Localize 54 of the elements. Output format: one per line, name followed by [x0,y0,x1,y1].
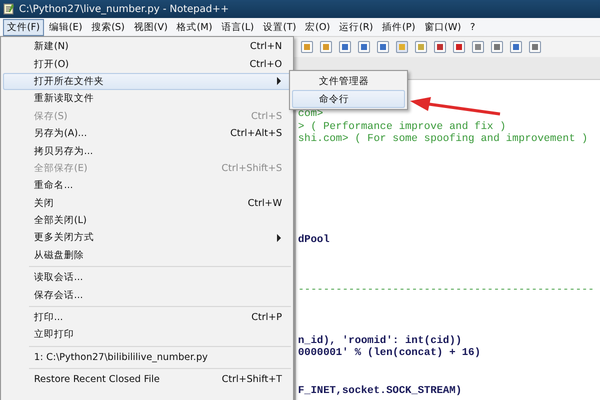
menu-entry[interactable]: 重命名... [3,177,291,195]
menu-entry[interactable]: 新建(N) Ctrl+N [3,38,291,56]
code-line: shi.com> ( For some spoofing and improvement ) [297,133,589,146]
menu-entry[interactable]: 重新读取文件 [3,90,291,108]
toolbar-icon[interactable] [490,40,504,54]
menu-entry[interactable]: 保存会话... [3,286,291,304]
toolbar-icon[interactable] [509,40,523,54]
toolbar-icon[interactable] [300,40,314,54]
code-line: dPool [297,234,331,247]
menu-entry[interactable]: 全部关闭(L) [3,212,291,230]
menu-item[interactable]: ? [466,20,480,34]
menu-entry[interactable]: 拷贝另存为... [3,142,291,160]
code-line: > ( Performance improve and fix ) [297,120,507,133]
menu-item[interactable]: 编辑(E) [44,18,86,36]
menu-entry[interactable]: 从磁盘删除 [3,246,291,264]
code-line: 0000001' % (len(concat) + 16) [297,347,482,360]
menu-item[interactable]: 插件(P) [378,18,420,36]
toolbar-icon[interactable] [376,40,390,54]
code-line: ----------------------------------------------- [297,284,594,297]
toolbar-icon[interactable] [319,40,333,54]
menu-entry[interactable]: 打开(O) Ctrl+O [3,55,291,73]
menu-entry[interactable]: 1: C:\Python27\bilibililive_number.py [3,348,291,366]
menu-entry[interactable]: 文件管理器 [292,72,405,90]
toolbar-icon[interactable] [395,40,409,54]
menu-entry[interactable]: 打开所在文件夹 [3,72,291,90]
menu-item[interactable]: 运行(R) [335,18,378,36]
toolbar-icon[interactable] [414,40,428,54]
window-title: C:\Python27\live_number.py - Notepad++ [19,4,229,14]
toolbar-icon[interactable] [338,40,352,54]
toolbar-icon[interactable] [433,40,447,54]
menu-item[interactable]: 文件(F) [3,18,44,36]
toolbar-icon[interactable] [471,40,485,54]
menu-entry[interactable]: 另存为(A)... Ctrl+Alt+S [3,124,291,142]
code-line: F_INET,socket.SOCK_STREAM) [297,385,463,398]
menu-entry[interactable]: 立即打印 [3,326,291,344]
menu-entry[interactable]: 读取会话... [3,269,291,286]
code-line: n_id), 'roomid': int(cid)) [297,334,463,347]
menu-item[interactable]: 宏(O) [301,18,334,36]
menu-item[interactable]: 视图(V) [130,18,172,36]
menu-item[interactable]: 窗口(W) [420,18,466,36]
menu-entry[interactable]: 更多关闭方式 [3,229,291,247]
menu-item[interactable]: 语言(L) [217,18,258,36]
toolbar-icon[interactable] [528,40,542,54]
menu-item[interactable]: 格式(M) [172,18,216,36]
toolbar-icon[interactable] [452,40,466,54]
menu-entry[interactable]: 命令行 [292,90,405,108]
toolbar-icon[interactable] [357,40,371,54]
menu-entry[interactable]: Restore Recent Closed File Ctrl+Shift+T [3,371,291,388]
code-line: com> [297,108,324,121]
menu-item[interactable]: 设置(T) [259,18,300,36]
menu-entry[interactable]: 打印... Ctrl+P [3,308,291,326]
menu-entry[interactable]: 关闭 Ctrl+W [3,194,291,212]
notepad-icon [3,3,15,15]
menu-item[interactable]: 搜索(S) [87,18,129,36]
